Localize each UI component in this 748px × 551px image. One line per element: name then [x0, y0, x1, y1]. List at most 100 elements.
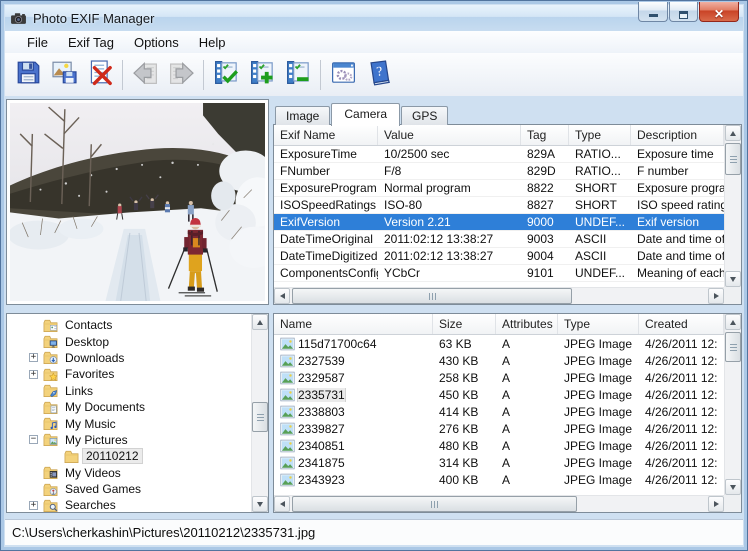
column-header-description[interactable]: Description [631, 125, 724, 145]
tree-vertical-scrollbar[interactable] [251, 314, 268, 512]
menu-item-options[interactable]: Options [124, 33, 189, 52]
toolbar-next-button[interactable] [163, 57, 199, 93]
pictures-icon [43, 432, 58, 447]
tree-item-my-music[interactable]: My Music [7, 415, 268, 431]
column-header-type[interactable]: Type [558, 314, 639, 334]
file-name: 2327539 [298, 354, 345, 368]
exif-row-datetimedigitized[interactable]: DateTimeDigitized2011:02:12 13:38:279004… [274, 248, 741, 265]
menu-item-help[interactable]: Help [189, 33, 236, 52]
tree-item-contacts[interactable]: Contacts [7, 317, 268, 333]
toolbar-previous-button[interactable] [127, 57, 163, 93]
title-bar[interactable]: Photo EXIF Manager ✕ [5, 5, 743, 31]
links-icon [43, 383, 58, 398]
file-row-2338803[interactable]: 2338803414 KBAJPEG Image4/26/2011 12: [274, 403, 741, 420]
restore-button[interactable] [669, 2, 698, 22]
file-horizontal-scrollbar[interactable] [274, 495, 724, 512]
file-row-115d71700c64[interactable]: 115d71700c6463 KBAJPEG Image4/26/2011 12… [274, 335, 741, 352]
tree-item-downloads[interactable]: +Downloads [7, 350, 268, 366]
expand-icon[interactable]: + [29, 353, 38, 362]
column-header-value[interactable]: Value [378, 125, 521, 145]
tree-item-saved-games[interactable]: Saved Games [7, 481, 268, 497]
column-header-created[interactable]: Created [639, 314, 724, 334]
scroll-thumb[interactable] [725, 332, 741, 362]
scroll-down-button[interactable] [725, 271, 741, 287]
toolbar-help-button[interactable]: ? [361, 57, 397, 93]
toolbar-remove-tag-button[interactable] [280, 57, 316, 93]
exif-row-exposuretime[interactable]: ExposureTime10/2500 sec829ARATIO...Expos… [274, 146, 741, 163]
tab-image[interactable]: Image [275, 106, 330, 125]
exif-cell: ExifVersion [274, 215, 378, 229]
tree-item-20110212[interactable]: 20110212 [7, 448, 268, 464]
tab-camera[interactable]: Camera [331, 103, 400, 126]
exif-row-exifversion[interactable]: ExifVersionVersion 2.219000UNDEF...Exif … [274, 214, 741, 231]
toolbar-apply-tags-button[interactable] [208, 57, 244, 93]
exif-horizontal-scrollbar[interactable] [274, 287, 724, 304]
close-button[interactable]: ✕ [699, 2, 739, 22]
exif-cell: 8827 [521, 198, 569, 212]
expand-icon[interactable]: + [29, 501, 38, 510]
file-vertical-scrollbar[interactable] [724, 314, 741, 495]
column-header-name[interactable]: Name [274, 314, 433, 334]
toolbar-delete-exif-button[interactable] [82, 57, 118, 93]
column-header-size[interactable]: Size [433, 314, 496, 334]
collapse-icon[interactable]: − [29, 435, 38, 444]
file-row-2329587[interactable]: 2329587258 KBAJPEG Image4/26/2011 12: [274, 369, 741, 386]
tree-item-desktop[interactable]: Desktop [7, 333, 268, 349]
exif-row-componentsconfig[interactable]: ComponentsConfig...YCbCr9101UNDEF...Mean… [274, 265, 741, 282]
scroll-right-button[interactable] [708, 288, 724, 304]
exif-row-exposureprogram[interactable]: ExposureProgramNormal program8822SHORTEx… [274, 180, 741, 197]
scroll-up-button[interactable] [252, 314, 268, 330]
scroll-thumb[interactable] [292, 496, 577, 512]
file-row-2340851[interactable]: 2340851480 KBAJPEG Image4/26/2011 12: [274, 437, 741, 454]
tree-item-my-documents[interactable]: My Documents [7, 399, 268, 415]
scroll-thumb[interactable] [252, 402, 268, 432]
exif-vertical-scrollbar[interactable] [724, 125, 741, 287]
current-file-path: C:\Users\cherkashin\Pictures\20110212\23… [12, 525, 315, 540]
scroll-up-button[interactable] [725, 314, 741, 330]
tree-item-favorites[interactable]: +Favorites [7, 366, 268, 382]
exif-row-fnumber[interactable]: FNumberF/8829DRATIO...F number [274, 163, 741, 180]
exif-cell: DateTimeOriginal [274, 232, 378, 246]
toolbar-options-button[interactable] [325, 57, 361, 93]
file-row-2339827[interactable]: 2339827276 KBAJPEG Image4/26/2011 12: [274, 420, 741, 437]
file-cell: JPEG Image [558, 422, 639, 436]
column-header-tag[interactable]: Tag [521, 125, 569, 145]
exif-cell: ASCII [569, 249, 631, 263]
scroll-thumb[interactable] [292, 288, 572, 304]
tree-item-my-videos[interactable]: My Videos [7, 465, 268, 481]
file-row-2341875[interactable]: 2341875314 KBAJPEG Image4/26/2011 12: [274, 454, 741, 471]
file-row-2343923[interactable]: 2343923400 KBAJPEG Image4/26/2011 12: [274, 471, 741, 488]
tree-item-searches[interactable]: +Searches [7, 497, 268, 513]
grip-icon [730, 156, 737, 163]
menu-item-file[interactable]: File [17, 33, 58, 52]
toolbar-save-button[interactable] [10, 57, 46, 93]
column-header-attributes[interactable]: Attributes [496, 314, 558, 334]
file-name: 2338803 [298, 405, 345, 419]
file-row-2335731[interactable]: 2335731450 KBAJPEG Image4/26/2011 12: [274, 386, 741, 403]
toolbar-add-tag-button[interactable] [244, 57, 280, 93]
tab-gps[interactable]: GPS [401, 106, 448, 125]
minimize-button[interactable] [638, 2, 668, 22]
exif-row-datetimeoriginal[interactable]: DateTimeOriginal2011:02:12 13:38:279003A… [274, 231, 741, 248]
tree-item-my-pictures[interactable]: −My Pictures [7, 432, 268, 448]
favorites-icon [43, 367, 58, 382]
toolbar-save-image-button[interactable] [46, 57, 82, 93]
expand-icon[interactable]: + [29, 370, 38, 379]
scroll-down-button[interactable] [725, 479, 741, 495]
column-header-type[interactable]: Type [569, 125, 631, 145]
scroll-up-button[interactable] [725, 125, 741, 141]
column-header-exif-name[interactable]: Exif Name [274, 125, 378, 145]
exif-row-isospeedratings[interactable]: ISOSpeedRatingsISO-808827SHORTISO speed … [274, 197, 741, 214]
jpeg-image-icon [280, 473, 295, 487]
scroll-left-button[interactable] [274, 496, 290, 512]
exif-cell: 9000 [521, 215, 569, 229]
scroll-left-button[interactable] [274, 288, 290, 304]
folder-tree: ContactsDesktop+Downloads+FavoritesLinks… [7, 317, 268, 513]
scroll-thumb[interactable] [725, 143, 741, 175]
tree-item-links[interactable]: Links [7, 383, 268, 399]
scroll-right-button[interactable] [708, 496, 724, 512]
file-row-2327539[interactable]: 2327539430 KBAJPEG Image4/26/2011 12: [274, 352, 741, 369]
scroll-down-button[interactable] [252, 496, 268, 512]
exif-cell: Date and time of [631, 232, 724, 246]
menu-item-exif-tag[interactable]: Exif Tag [58, 33, 124, 52]
